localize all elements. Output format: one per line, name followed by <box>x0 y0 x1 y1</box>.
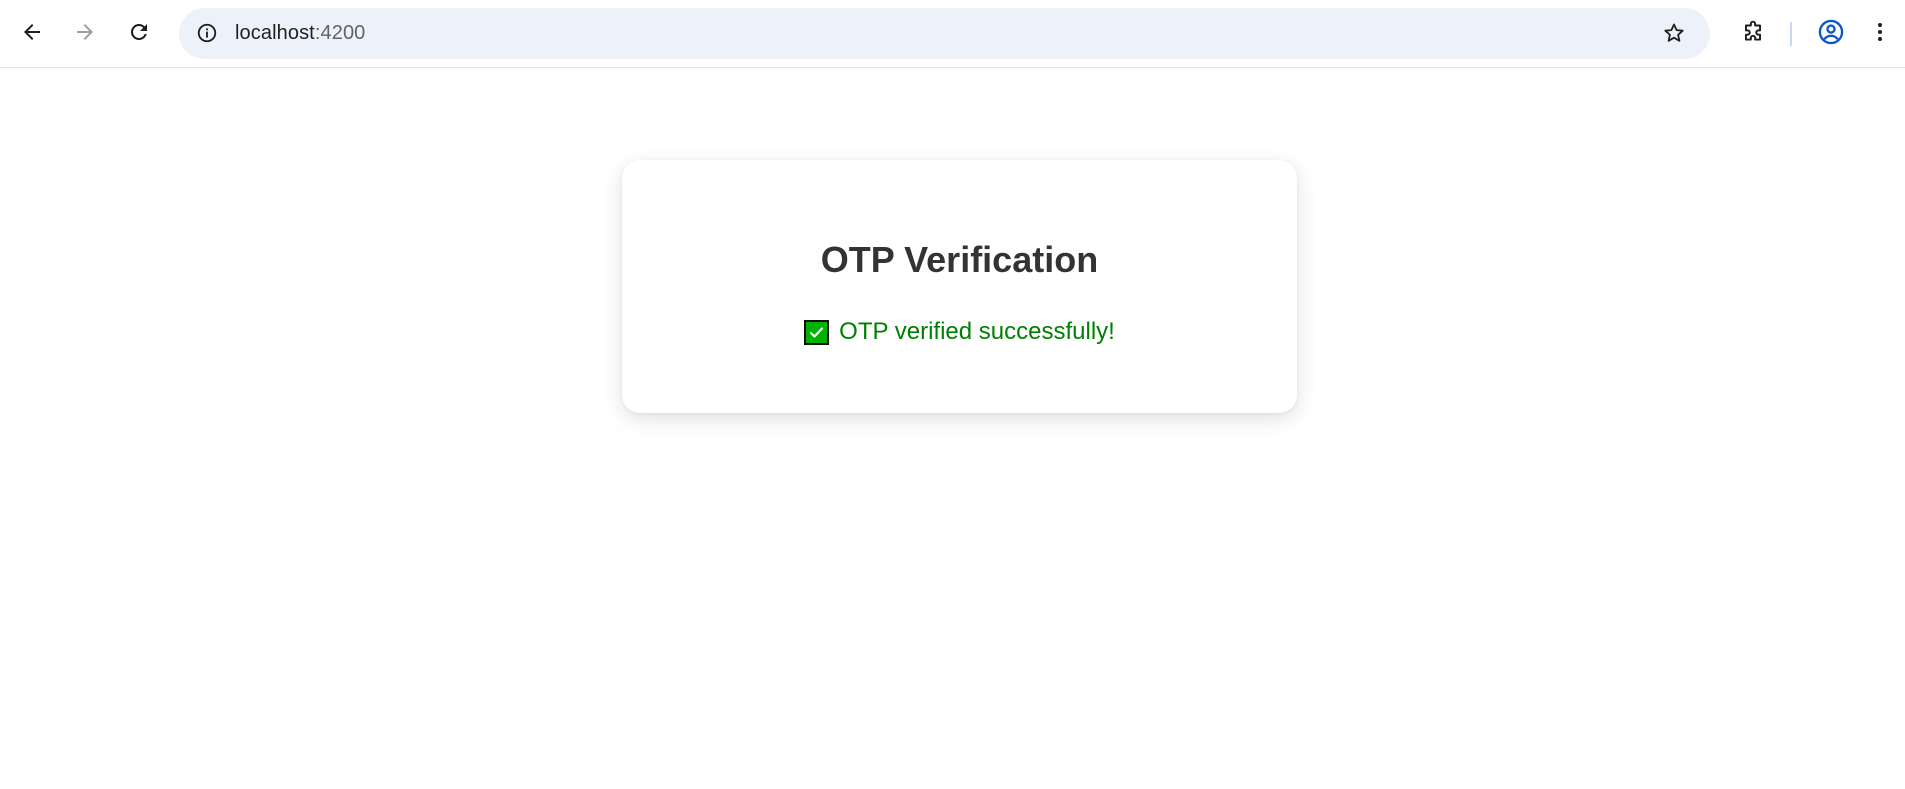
url-text[interactable]: localhost:4200 <box>235 8 365 59</box>
reload-button[interactable] <box>119 12 159 52</box>
reload-icon <box>130 23 147 40</box>
puzzle-icon <box>1744 20 1762 41</box>
arrow-right-icon <box>77 24 93 40</box>
forward-button[interactable] <box>65 12 105 52</box>
check-mark-icon <box>804 319 830 345</box>
page-title: OTP Verification <box>820 239 1099 280</box>
verification-status: OTP verified successfully! <box>622 317 1297 347</box>
otp-verification-card: OTP Verification OTP verified successful… <box>622 160 1297 413</box>
browser-toolbar: localhost:4200 <box>0 0 1905 68</box>
address-bar[interactable]: localhost:4200 <box>179 8 1710 59</box>
browser-menu-button[interactable] <box>1865 12 1895 52</box>
extensions-button[interactable] <box>1733 12 1773 52</box>
profile-button[interactable] <box>1811 12 1851 52</box>
star-icon <box>1664 23 1684 42</box>
site-info-button[interactable] <box>191 17 223 49</box>
info-icon <box>197 23 217 43</box>
bookmark-button[interactable] <box>1658 17 1690 49</box>
page-content: OTP Verification OTP verified successful… <box>0 68 1905 789</box>
url-port: :4200 <box>314 22 366 44</box>
success-message: OTP verified successfully! <box>839 318 1115 345</box>
arrow-left-icon <box>24 24 40 40</box>
url-host: localhost <box>235 22 315 44</box>
back-button[interactable] <box>12 12 52 52</box>
toolbar-divider <box>1790 22 1792 46</box>
kebab-menu-icon <box>1878 23 1882 41</box>
account-circle-icon <box>1818 19 1844 45</box>
